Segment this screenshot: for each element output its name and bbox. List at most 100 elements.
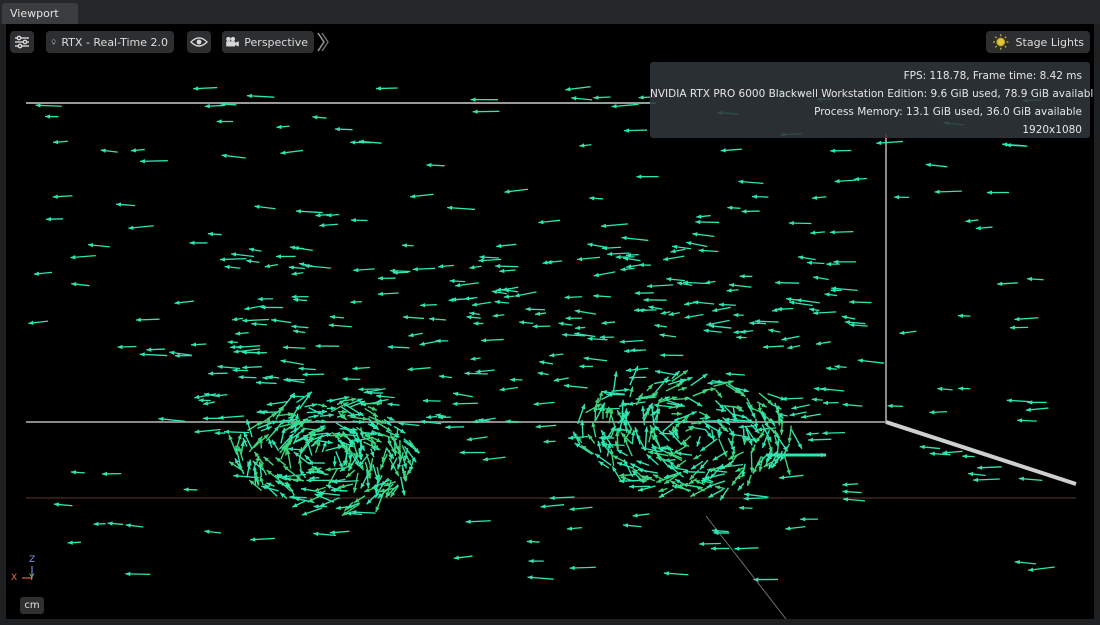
field-arrow-head (681, 386, 687, 392)
field-arrow-head (830, 148, 836, 154)
settings-button[interactable] (10, 31, 34, 53)
field-arrow-head (452, 401, 458, 406)
field-arrow-head (628, 484, 635, 489)
camera-button[interactable]: Perspective (222, 31, 314, 53)
field-arrow-head (781, 336, 787, 342)
field-arrow-head (470, 97, 476, 102)
field-arrow-head (301, 511, 308, 516)
field-arrow-head (266, 426, 272, 431)
field-arrow-head (676, 411, 682, 417)
resolution-readout: 1920x1080 (1022, 124, 1082, 136)
field-arrow-head (826, 261, 832, 267)
field-arrow-head (751, 194, 758, 199)
field-arrow-head (542, 260, 548, 265)
field-arrow-head (528, 558, 534, 564)
field-arrow-head (800, 517, 806, 522)
field-arrow-head (352, 366, 358, 371)
field-arrow-head (1026, 276, 1033, 282)
field-arrow-head (207, 231, 214, 237)
field-arrow-head (791, 405, 797, 410)
field-arrow-head (607, 251, 613, 257)
field-arrow-head (257, 296, 263, 302)
field-arrow-head (579, 364, 585, 369)
field-arrow-head (1009, 325, 1015, 330)
unit-button[interactable]: cm (20, 597, 44, 614)
field-arrow-head (532, 324, 538, 329)
field-arrow-head (587, 336, 593, 342)
field-arrow-head (306, 470, 312, 475)
field-arrow-head (564, 295, 570, 300)
field-arrow-head (699, 541, 705, 547)
field-arrow-head (397, 464, 402, 470)
viewport[interactable]: RTX - Real-Time 2.0 Perspective Stage Li… (6, 24, 1094, 619)
field-arrow-head (957, 313, 964, 318)
camera-label: Perspective (244, 35, 308, 49)
field-arrow-head (775, 280, 781, 285)
field-arrow-head (242, 365, 248, 370)
field-arrow-head (707, 380, 713, 386)
field-arrow-head (806, 431, 812, 437)
stage-lights-button[interactable]: Stage Lights (986, 31, 1090, 53)
field-arrow-head (894, 195, 900, 200)
field-arrow-head (706, 321, 712, 327)
process-memory-readout: Process Memory: 13.1 GiB used, 36.0 GiB … (814, 106, 1082, 118)
field-arrow-head (495, 263, 501, 269)
field-arrow-head (741, 209, 747, 214)
field-arrow-head (710, 546, 716, 551)
field-arrow-head (422, 398, 428, 403)
field-arrow-head (801, 414, 807, 419)
field-arrow-head (762, 442, 767, 448)
field-arrow-head (204, 103, 210, 109)
field-arrow-head (986, 190, 992, 195)
field-arrow-head (214, 430, 220, 436)
field-arrow-head (887, 403, 893, 409)
tab-viewport[interactable]: Viewport (2, 3, 78, 24)
field-arrow-head (291, 294, 297, 300)
visibility-button[interactable] (187, 31, 211, 53)
field-arrow-head (193, 86, 199, 91)
field-arrow-head (634, 427, 639, 433)
field-arrow-head (70, 255, 76, 260)
field-arrow-head (733, 312, 739, 318)
field-arrow-head (615, 254, 621, 260)
field-arrow-head (46, 216, 52, 222)
field-arrow-head (139, 352, 145, 357)
field-arrow-head (789, 412, 795, 417)
field-arrow-head (322, 409, 328, 414)
field-arrow-head (238, 375, 244, 380)
field-arrow-head (565, 316, 571, 321)
field-arrow-head (408, 332, 414, 338)
field-arrow-head (640, 405, 646, 412)
field-arrow-head (725, 371, 731, 377)
field-arrow-head (350, 218, 356, 223)
field-arrow-head (553, 377, 560, 382)
fps-readout: FPS: 118.78, Frame time: 8.42 ms (903, 70, 1082, 82)
tab-bar: Viewport (0, 0, 1100, 24)
field-arrow-head (842, 402, 848, 408)
renderer-button[interactable]: RTX - Real-Time 2.0 (46, 31, 174, 53)
field-arrow-head (833, 259, 839, 265)
field-arrow-head (375, 506, 380, 512)
field-arrow-head (706, 483, 713, 488)
field-arrow-head (472, 109, 478, 114)
field-arrow-head (116, 202, 122, 207)
field-arrow-head (250, 537, 256, 542)
field-arrow-head (695, 219, 701, 225)
field-arrow-head (479, 254, 485, 260)
field-arrow-head (739, 274, 745, 279)
field-arrow-head (358, 139, 364, 144)
field-arrow-head (593, 272, 600, 278)
field-arrow-head (374, 476, 379, 482)
field-arrow-head (219, 257, 226, 262)
field-arrow-head (842, 489, 848, 494)
lightbulb-icon (51, 39, 56, 45)
field-arrow-head (663, 256, 669, 262)
field-arrow-head (364, 487, 370, 493)
field-arrow-head (244, 306, 250, 311)
field-arrow-head (624, 348, 630, 354)
expand-toolbar-chevron-icon[interactable] (316, 31, 330, 53)
field-arrow-head (624, 408, 629, 414)
field-arrow-head (638, 95, 644, 100)
field-arrow-head (289, 494, 295, 500)
field-arrow-head (636, 174, 642, 179)
